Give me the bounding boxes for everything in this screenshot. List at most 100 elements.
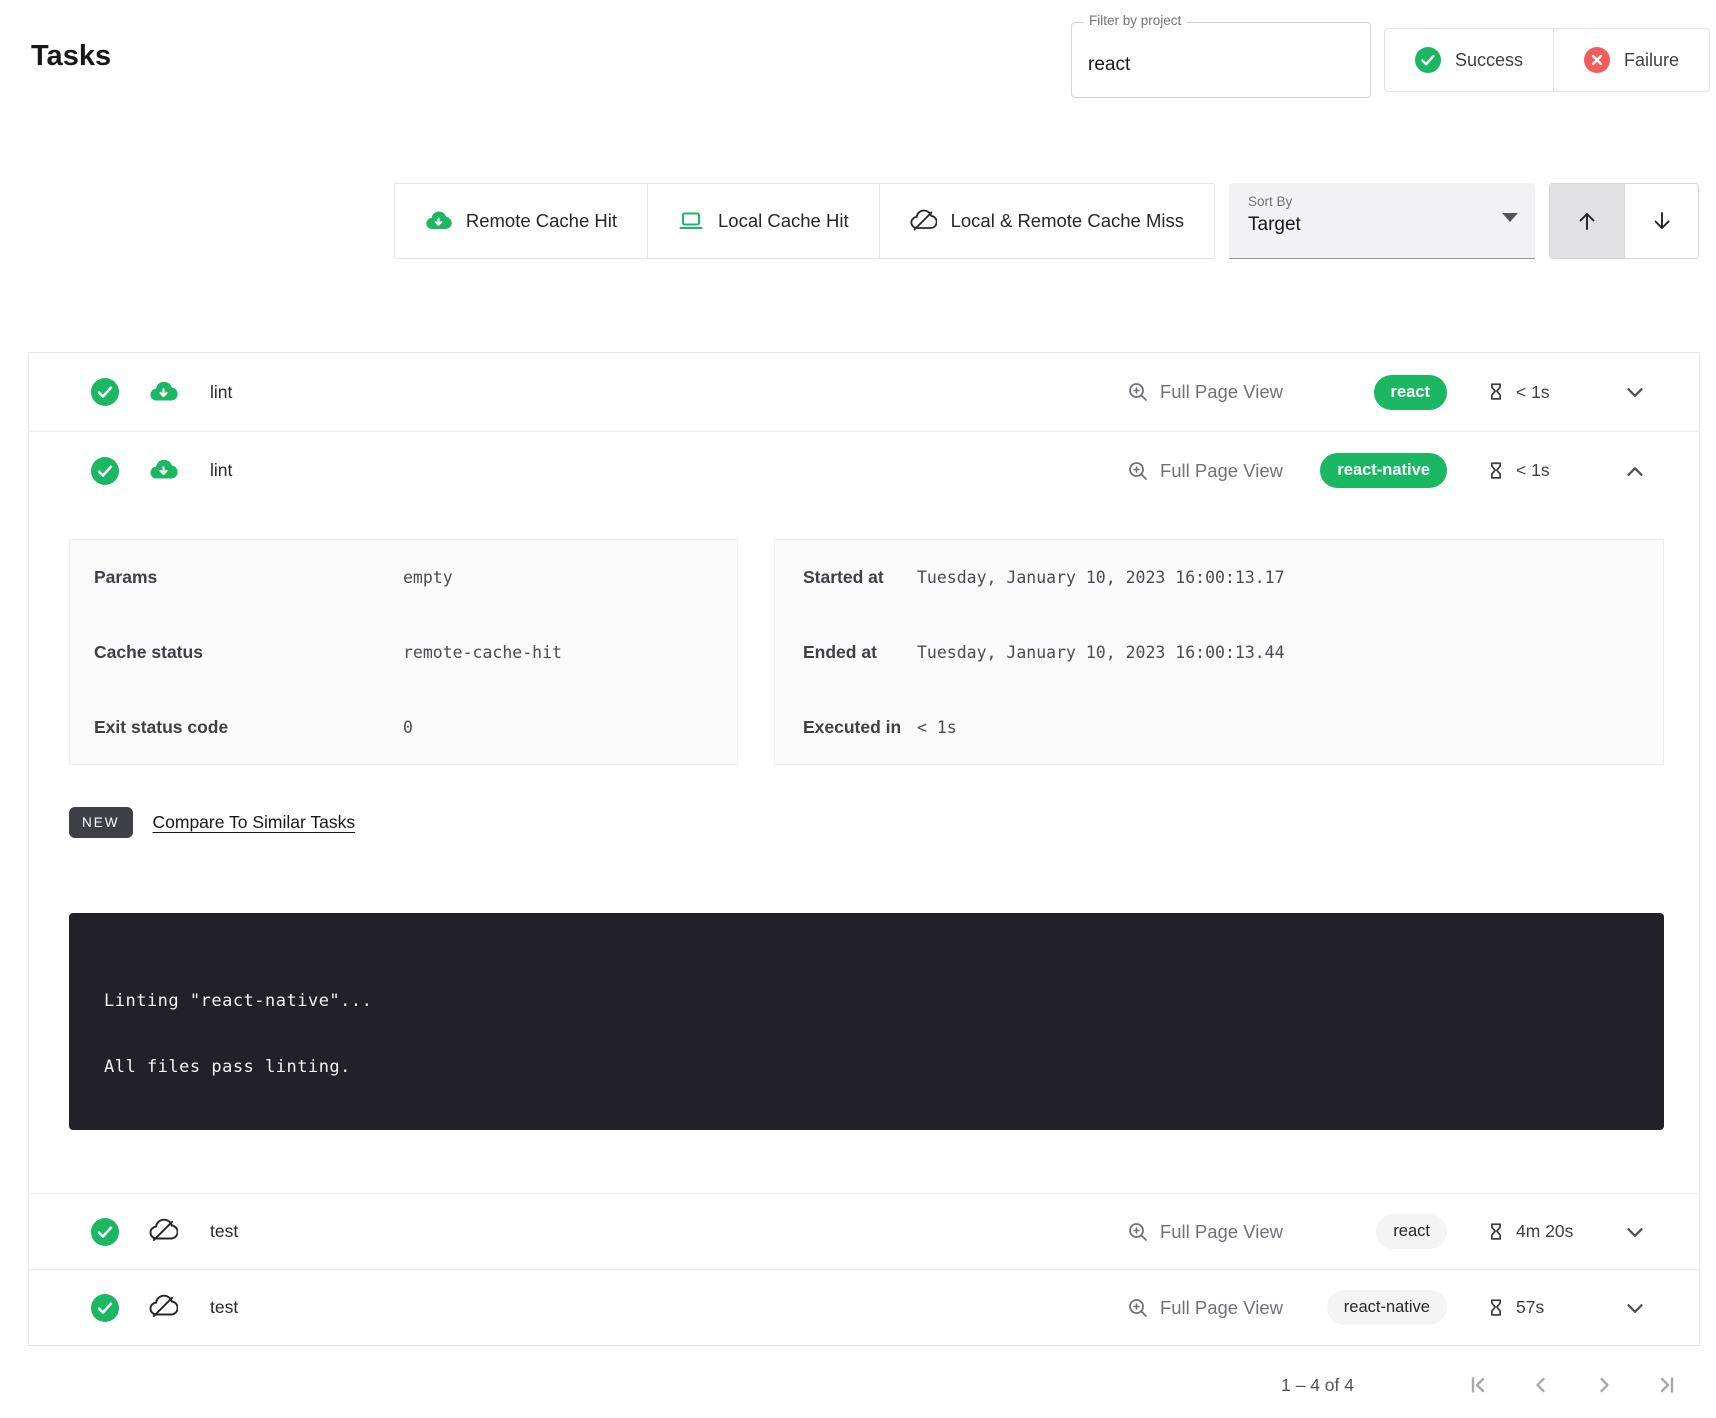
next-page-button[interactable] <box>1591 1372 1617 1398</box>
project-badge: react-native <box>1327 1290 1447 1325</box>
tasks-page: Tasks Filter by project Success Failure … <box>0 0 1716 1418</box>
task-params-panel: Params empty Cache status remote-cache-h… <box>69 539 738 765</box>
sort-by-label: Sort By <box>1248 194 1535 209</box>
success-status-icon <box>91 1294 119 1322</box>
hourglass-icon <box>1485 381 1507 403</box>
success-status-icon <box>91 457 119 485</box>
success-check-icon <box>1415 47 1441 73</box>
chevron-down-icon[interactable] <box>1621 1219 1649 1245</box>
failure-filter-button[interactable]: Failure <box>1554 29 1709 91</box>
full-page-view-label: Full Page View <box>1160 1221 1283 1243</box>
first-page-button[interactable] <box>1465 1372 1491 1398</box>
terminal-line: All files pass linting. <box>104 1057 1664 1077</box>
full-page-view-label: Full Page View <box>1160 381 1283 403</box>
failure-x-icon <box>1584 47 1610 73</box>
full-page-view-link[interactable]: Full Page View <box>1126 1220 1283 1244</box>
started-at-row: Started at Tuesday, January 10, 2023 16:… <box>775 540 1663 615</box>
cloud-download-icon <box>425 208 452 235</box>
ended-at-label: Ended at <box>803 642 917 663</box>
previous-page-icon <box>1528 1372 1554 1398</box>
previous-page-button[interactable] <box>1528 1372 1554 1398</box>
task-name: lint <box>210 460 232 481</box>
project-badge: react <box>1376 1214 1447 1249</box>
chevron-up-icon[interactable] <box>1621 458 1649 484</box>
arrow-up-icon <box>1574 208 1600 234</box>
started-at-value: Tuesday, January 10, 2023 16:00:13.17 <box>917 568 1285 587</box>
row-actions: Full Page View react 4m 20s <box>1126 1214 1649 1249</box>
exit-code-row: Exit status code 0 <box>70 690 737 765</box>
params-row: Params empty <box>70 540 737 615</box>
cache-status-label: Cache status <box>94 642 403 663</box>
cache-miss-icon <box>149 1293 178 1322</box>
hourglass-icon <box>1485 460 1507 482</box>
sort-ascending-button[interactable] <box>1550 184 1624 258</box>
cache-miss-icon <box>149 1217 178 1246</box>
remote-cache-hit-icon <box>149 456 178 485</box>
local-cache-hit-label: Local Cache Hit <box>718 210 849 232</box>
local-cache-hit-filter-button[interactable]: Local Cache Hit <box>647 184 879 258</box>
chevron-down-icon[interactable] <box>1621 1295 1649 1321</box>
executed-in-value: < 1s <box>917 718 957 737</box>
full-page-view-link[interactable]: Full Page View <box>1126 380 1283 404</box>
task-row-test-react-native[interactable]: test Full Page View react-native 57s <box>29 1269 1699 1345</box>
cloud-off-icon <box>910 208 937 235</box>
ended-at-value: Tuesday, January 10, 2023 16:00:13.44 <box>917 643 1285 662</box>
first-page-icon <box>1465 1372 1491 1398</box>
executed-in-row: Executed in < 1s <box>775 690 1663 765</box>
terminal-line: Linting "react-native"... <box>104 991 1664 1011</box>
exit-code-value: 0 <box>403 718 413 737</box>
task-name: lint <box>210 382 232 403</box>
hourglass-icon <box>1485 1221 1507 1243</box>
compare-to-similar-tasks-link[interactable]: Compare To Similar Tasks <box>153 812 356 833</box>
sort-by-select[interactable]: Sort By Target <box>1229 183 1535 259</box>
project-badge: react-native <box>1320 453 1447 488</box>
caret-down-icon <box>1502 213 1518 222</box>
params-label: Params <box>94 567 403 588</box>
laptop-icon <box>678 208 704 234</box>
remote-cache-hit-filter-button[interactable]: Remote Cache Hit <box>395 184 647 258</box>
task-duration: < 1s <box>1516 460 1550 481</box>
row-actions: Full Page View react-native 57s <box>1126 1290 1649 1325</box>
task-duration: 4m 20s <box>1516 1221 1573 1242</box>
cache-miss-label: Local & Remote Cache Miss <box>951 210 1184 232</box>
success-status-icon <box>91 378 119 406</box>
full-page-view-label: Full Page View <box>1160 460 1283 482</box>
sort-by-value: Target <box>1248 214 1535 236</box>
sort-descending-button[interactable] <box>1624 184 1698 258</box>
chevron-down-icon[interactable] <box>1621 379 1649 405</box>
full-page-view-link[interactable]: Full Page View <box>1126 459 1283 483</box>
failure-filter-label: Failure <box>1624 50 1679 71</box>
pagination: 1 – 4 of 4 <box>1281 1372 1680 1398</box>
task-detail-section: Params empty Cache status remote-cache-h… <box>29 509 1699 1193</box>
last-page-icon <box>1654 1372 1680 1398</box>
last-page-button[interactable] <box>1654 1372 1680 1398</box>
hourglass-icon <box>1485 1297 1507 1319</box>
zoom-in-icon <box>1126 459 1150 483</box>
project-filter-input[interactable] <box>1072 23 1370 97</box>
task-row-lint-react-native[interactable]: lint Full Page View react-native < 1s <box>29 431 1699 509</box>
project-badge: react <box>1374 375 1447 410</box>
zoom-in-icon <box>1126 1296 1150 1320</box>
task-row-test-react[interactable]: test Full Page View react 4m 20s <box>29 1193 1699 1269</box>
task-row-lint-react[interactable]: lint Full Page View react < 1s <box>29 353 1699 431</box>
ended-at-row: Ended at Tuesday, January 10, 2023 16:00… <box>775 615 1663 690</box>
detail-panels: Params empty Cache status remote-cache-h… <box>69 539 1664 765</box>
success-filter-button[interactable]: Success <box>1385 29 1554 91</box>
exit-code-label: Exit status code <box>94 717 403 738</box>
task-name: test <box>210 1297 238 1318</box>
compare-row: NEW Compare To Similar Tasks <box>69 807 1664 838</box>
task-name: test <box>210 1221 238 1242</box>
pagination-range-label: 1 – 4 of 4 <box>1281 1375 1354 1396</box>
executed-in-label: Executed in <box>803 717 917 738</box>
full-page-view-link[interactable]: Full Page View <box>1126 1296 1283 1320</box>
toolbar: Remote Cache Hit Local Cache Hit Local &… <box>394 183 1699 259</box>
zoom-in-icon <box>1126 1220 1150 1244</box>
cache-miss-filter-button[interactable]: Local & Remote Cache Miss <box>879 184 1214 258</box>
arrow-down-icon <box>1649 208 1675 234</box>
full-page-view-label: Full Page View <box>1160 1297 1283 1319</box>
project-filter-field[interactable]: Filter by project <box>1071 22 1371 98</box>
cache-status-value: remote-cache-hit <box>403 643 562 662</box>
zoom-in-icon <box>1126 380 1150 404</box>
task-timing-panel: Started at Tuesday, January 10, 2023 16:… <box>774 539 1664 765</box>
params-value: empty <box>403 568 453 587</box>
